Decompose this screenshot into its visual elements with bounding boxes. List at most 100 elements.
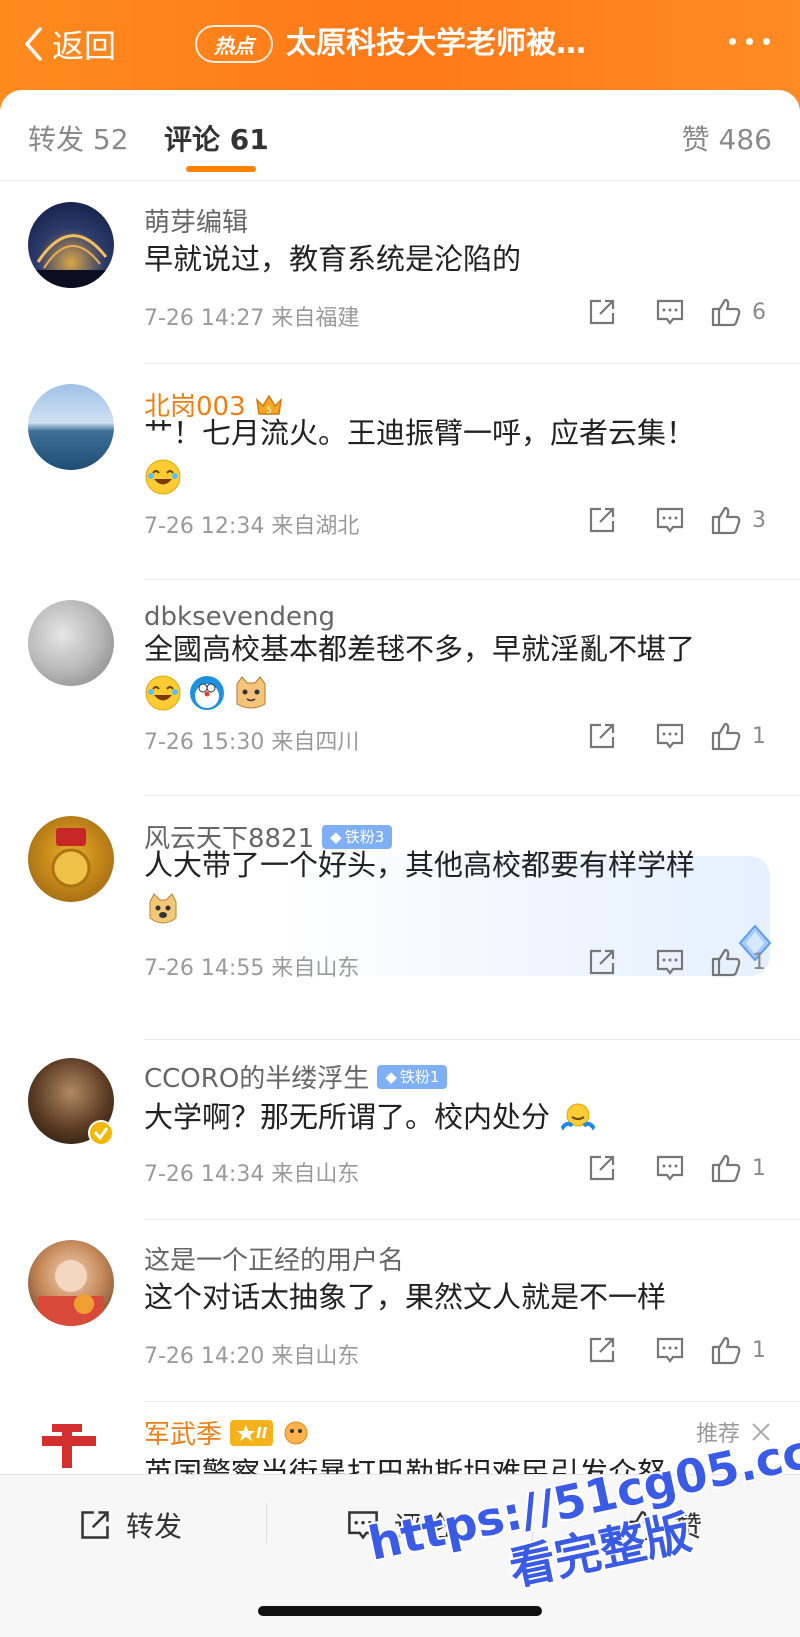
reply-button[interactable] — [636, 504, 704, 536]
thumbs-up-icon — [711, 298, 741, 327]
avatar-image — [51, 828, 91, 888]
like-button[interactable]: 3 — [704, 504, 772, 536]
comment-username[interactable]: 这是一个正经的用户名 — [144, 1240, 404, 1277]
like-count: 3 — [752, 507, 766, 533]
comment-text: 全國高校基本都差毬不多，早就淫亂不堪了 — [144, 628, 774, 712]
comment-icon — [656, 949, 684, 975]
comment-item: 北岗003 5 艹！七月流火。王迪振臂一呼，应者云集！ 7-26 12:34 来… — [0, 364, 800, 580]
diamond-icon: ◆ — [330, 827, 342, 846]
page-title: 太原科技大学老师被… — [286, 26, 586, 61]
brand-logo — [42, 1424, 96, 1468]
diamond-icon: ◆ — [385, 1067, 397, 1086]
share-button[interactable] — [568, 1334, 636, 1366]
tab-bar: 转发 52 评论 61 赞 486 — [0, 90, 800, 181]
comment-username[interactable]: CCORO的半缕浮生 — [144, 1058, 369, 1095]
star-icon — [237, 1424, 256, 1441]
comment-icon — [656, 723, 684, 749]
comment-text: 人大带了一个好头，其他高校都要有样学样 — [144, 844, 774, 928]
shrug-emoji-icon — [559, 1103, 597, 1132]
tab-likes[interactable]: 赞 486 — [682, 118, 772, 158]
avatar-image — [28, 234, 114, 288]
comment-text-content: 艹！七月流火。王迪振臂一呼，应者云集！ — [144, 416, 696, 450]
comment-icon — [656, 1155, 684, 1181]
reply-button[interactable] — [636, 720, 704, 752]
active-tab-indicator — [186, 166, 256, 172]
like-button[interactable]: 1 — [704, 1334, 772, 1366]
share-button[interactable] — [568, 946, 636, 978]
verified-badge-icon — [88, 1120, 114, 1146]
more-options-button[interactable] — [729, 38, 770, 45]
reply-button[interactable] — [636, 1152, 704, 1184]
repost-button[interactable]: 转发 — [78, 1505, 182, 1545]
comment-meta: 7-26 14:34 来自山东 — [144, 1162, 360, 1187]
avatar[interactable] — [28, 1240, 114, 1326]
cat-emoji-icon — [236, 676, 266, 709]
hot-topic-tag[interactable]: 热点 — [195, 25, 273, 63]
home-indicator — [258, 1606, 542, 1616]
comment-actions: 1 — [568, 946, 772, 978]
laughing-tears-emoji-icon — [145, 459, 181, 495]
membership-level-badge: II — [230, 1419, 274, 1446]
doraemon-emoji-icon — [190, 676, 224, 710]
tab-comment[interactable]: 评论 61 — [164, 118, 269, 158]
avatar[interactable] — [28, 816, 114, 902]
like-count: 1 — [752, 1337, 766, 1363]
comment-icon — [656, 1337, 684, 1363]
comment-username[interactable]: 军武季 — [144, 1414, 222, 1451]
comment-username[interactable]: 萌芽编辑 — [144, 202, 248, 239]
thumbs-up-icon — [711, 506, 741, 535]
thumbs-up-icon — [711, 1154, 741, 1183]
comment-icon — [656, 507, 684, 533]
share-icon — [589, 949, 615, 975]
membership-level-label: II — [256, 1423, 268, 1442]
comment-actions: 3 — [568, 504, 772, 536]
like-button[interactable]: 6 — [704, 296, 772, 328]
avatar[interactable] — [28, 600, 114, 686]
doge-emoji-icon — [149, 893, 177, 924]
reply-button[interactable] — [636, 1334, 704, 1366]
share-button[interactable] — [568, 720, 636, 752]
like-button[interactable]: 1 — [704, 946, 772, 978]
comment-item: CCORO的半缕浮生 ◆ 铁粉1 大学啊？那无所谓了。校内处分 7-26 14:3… — [0, 1040, 800, 1220]
comment-meta: 7-26 14:27 来自福建 — [144, 306, 360, 331]
share-icon — [589, 1155, 615, 1181]
thumbs-up-icon — [711, 722, 741, 751]
share-icon — [589, 1337, 615, 1363]
comment-actions: 1 — [568, 720, 772, 752]
comment-item: 风云天下8821 ◆ 铁粉3 人大带了一个好头，其他高校都要有样学样 7-26 1… — [0, 796, 800, 1040]
share-icon — [589, 299, 615, 325]
like-count: 6 — [752, 299, 766, 325]
like-button[interactable]: 1 — [704, 720, 772, 752]
chevron-left-icon — [24, 27, 42, 61]
reply-button[interactable] — [636, 946, 704, 978]
reply-button[interactable] — [636, 296, 704, 328]
comment-actions: 6 — [568, 296, 772, 328]
like-button[interactable]: 1 — [704, 1152, 772, 1184]
share-button[interactable] — [568, 504, 636, 536]
comment-text: 早就说过，教育系统是沦陷的 — [144, 242, 522, 276]
comment-text: 这个对话太抽象了，果然文人就是不一样 — [144, 1280, 667, 1314]
laughing-tears-emoji-icon — [145, 675, 181, 711]
fan-level-label: 铁粉1 — [399, 1068, 440, 1086]
thumbs-up-icon — [711, 948, 741, 977]
repost-label: 转发 — [126, 1510, 183, 1543]
share-icon — [589, 723, 615, 749]
comment-meta: 7-26 14:20 来自山东 — [144, 1344, 360, 1369]
avatar[interactable] — [28, 202, 114, 288]
comment-meta: 7-26 15:30 来自四川 — [144, 730, 360, 755]
comment-icon — [656, 299, 684, 325]
comment-meta: 7-26 12:34 来自湖北 — [144, 514, 360, 539]
avatar[interactable] — [28, 384, 114, 470]
back-label: 返回 — [52, 27, 117, 65]
share-button[interactable] — [568, 1152, 636, 1184]
comment-item: dbksevendeng 全國高校基本都差毬不多，早就淫亂不堪了 7-26 15… — [0, 580, 800, 796]
comment-text-content: 全國高校基本都差毬不多，早就淫亂不堪了 — [144, 632, 696, 666]
comment-text-content: 人大带了一个好头，其他高校都要有样学样 — [144, 848, 696, 882]
divider — [266, 1503, 267, 1543]
share-button[interactable] — [568, 296, 636, 328]
comment-username-row: 军武季 II — [144, 1414, 311, 1451]
like-count: 1 — [752, 723, 766, 749]
comment-text: 艹！七月流火。王迪振臂一呼，应者云集！ — [144, 412, 774, 496]
tab-repost[interactable]: 转发 52 — [28, 118, 129, 158]
back-button[interactable]: 返回 — [22, 22, 116, 66]
